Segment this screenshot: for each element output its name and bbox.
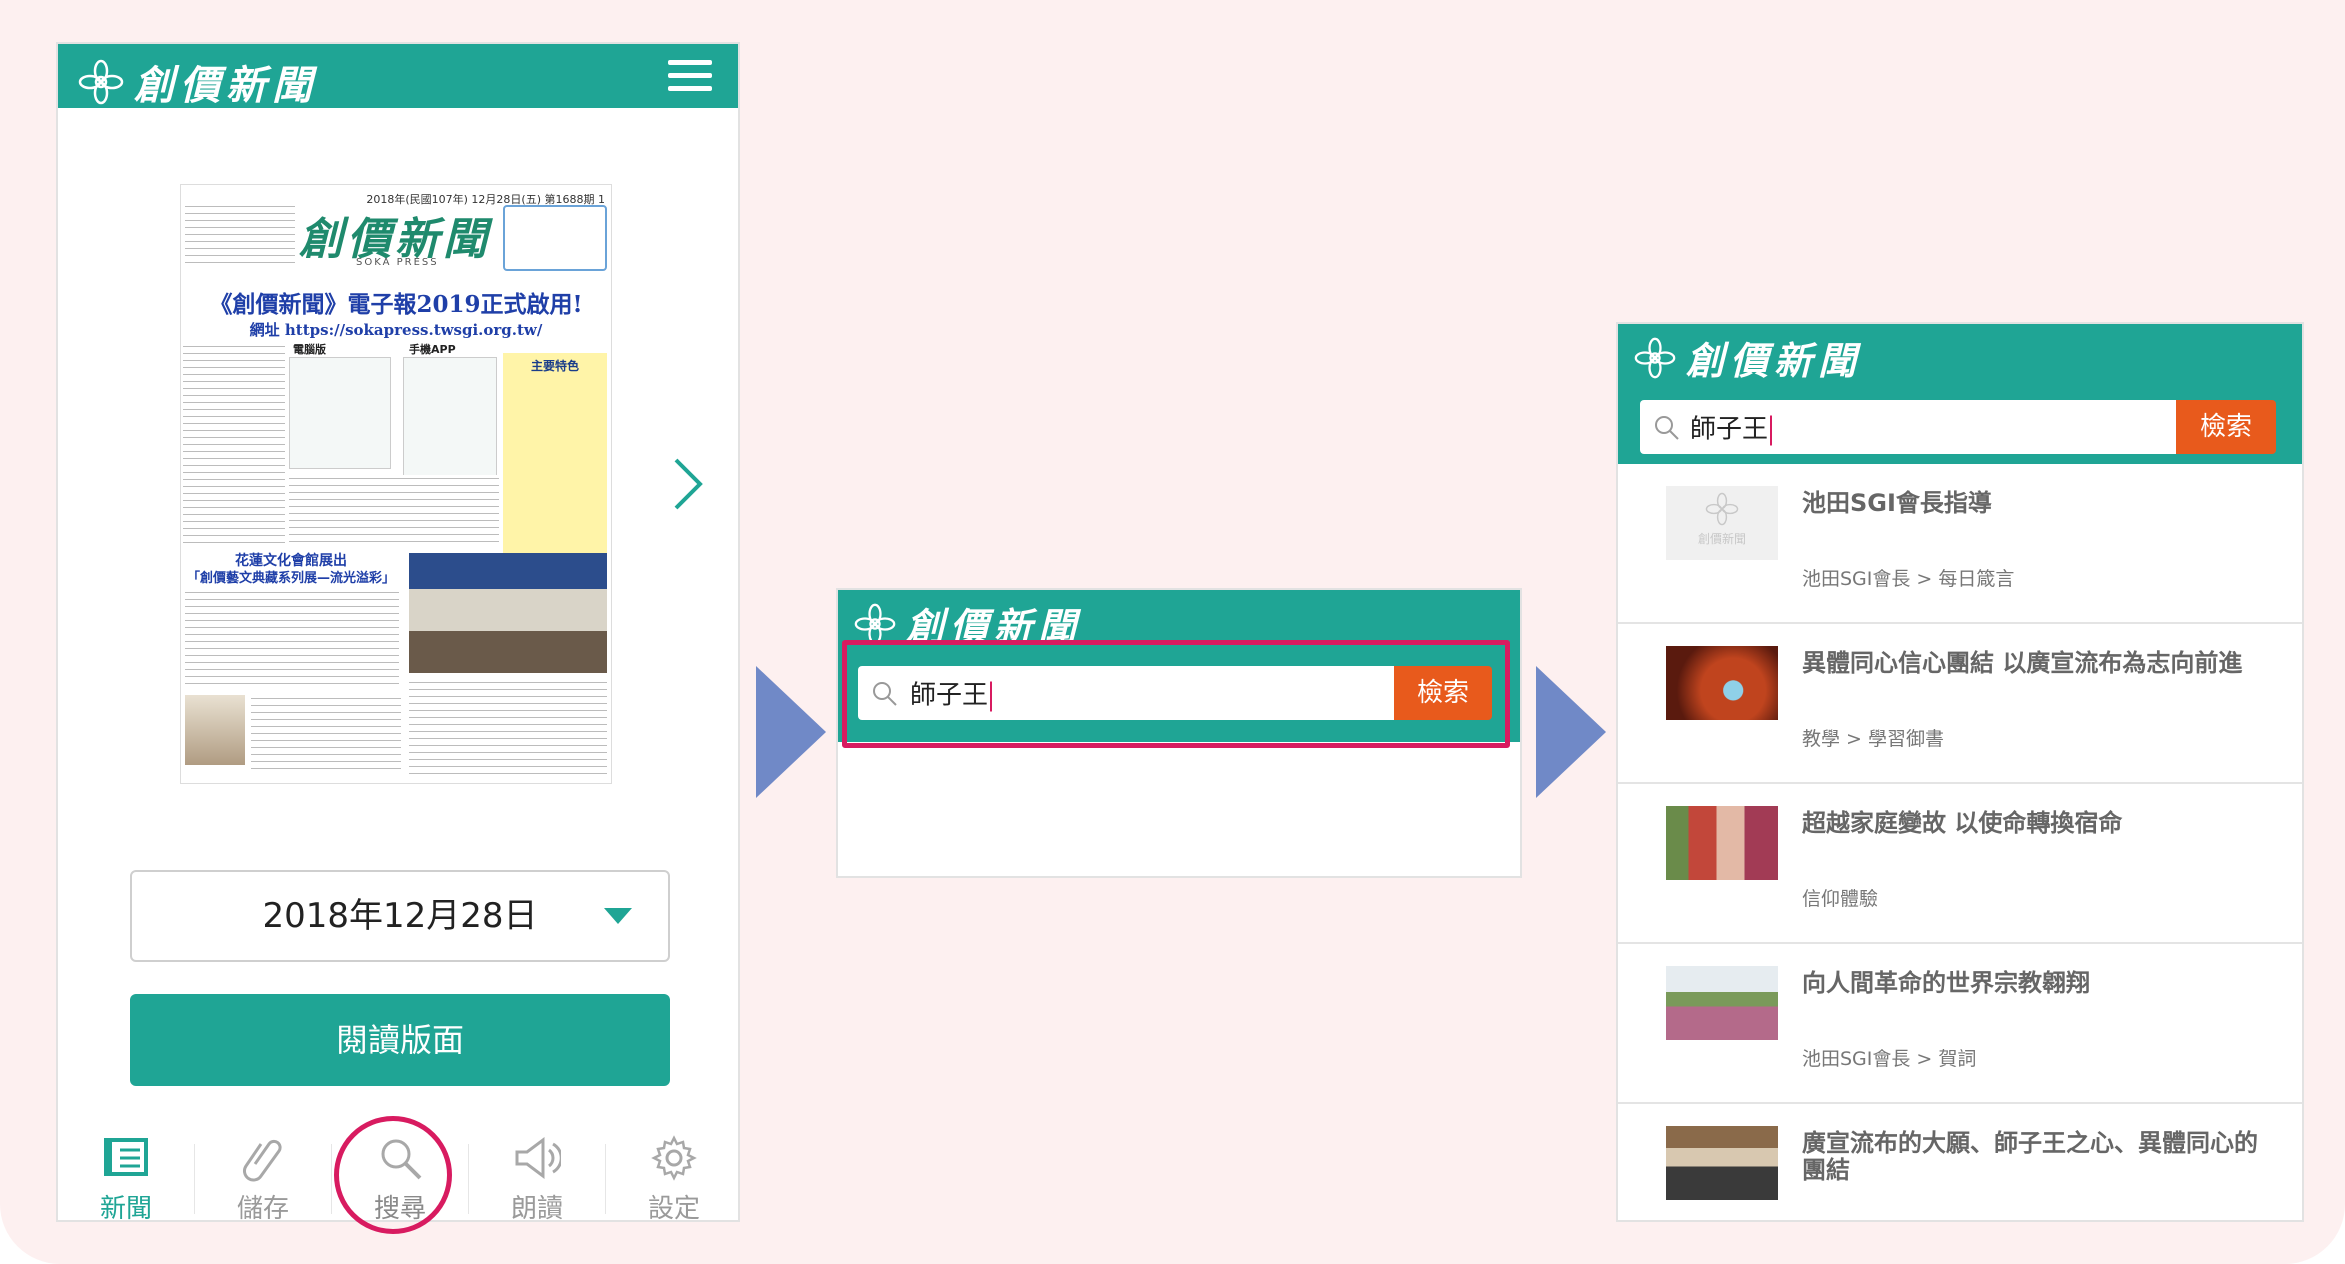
- flow-arrow-right-icon: [1536, 666, 1606, 798]
- tab-read-aloud-label: 朗讀: [510, 1194, 563, 1222]
- search-input[interactable]: 師子王: [1640, 400, 2176, 454]
- newspaper-subheading-2: 「創價藝文典藏系列展—流光溢彩」: [186, 571, 395, 586]
- hamburger-menu-icon[interactable]: [668, 60, 712, 92]
- result-title: 異體同心信心團結 以廣宣流布為志向前進: [1802, 649, 2243, 677]
- thumbnail-logo-text: 創價新聞: [1697, 532, 1746, 546]
- gear-icon: [651, 1135, 697, 1181]
- search-result-item[interactable]: 創價新聞 池田SGI會長指導 池田SGI會長 > 每日箴言: [1618, 464, 2302, 624]
- pc-screenshot-image: [289, 357, 391, 469]
- next-page-chevron-icon[interactable]: [668, 454, 708, 514]
- result-title: 廣宣流布的大願、師子王之心、異體同心的團結: [1802, 1129, 2258, 1184]
- news-icon: [104, 1138, 148, 1176]
- newspaper-gallery-photo: [185, 695, 245, 765]
- paperclip-icon: [243, 1139, 282, 1182]
- flow-arrow-right-icon: [756, 666, 826, 798]
- tab-read-aloud[interactable]: 朗讀: [469, 1124, 605, 1222]
- search-result-item[interactable]: 超越家庭變故 以使命轉換宿命 信仰體驗: [1618, 784, 2302, 944]
- result-thumbnail-image: [1666, 646, 1778, 720]
- tab-saved[interactable]: 儲存: [195, 1124, 331, 1222]
- newspaper-quote-box: [503, 205, 607, 271]
- app-header: 創價新聞: [58, 44, 738, 111]
- result-title: 向人間革命的世界宗教翱翔: [1802, 969, 2090, 997]
- flower-logo-icon: [854, 603, 896, 644]
- label-app-version: 手機APP: [409, 343, 456, 356]
- search-bar-highlight-frame: [842, 640, 1510, 748]
- app-title: 創價新聞: [134, 62, 318, 109]
- result-title: 池田SGI會長指導: [1802, 489, 1992, 517]
- read-layout-button[interactable]: 閱讀版面: [130, 994, 670, 1086]
- result-title: 超越家庭變故 以使命轉換宿命: [1802, 809, 2123, 837]
- tab-saved-label: 儲存: [236, 1194, 289, 1222]
- search-result-item[interactable]: 廣宣流布的大願、師子王之心、異體同心的團結: [1618, 1104, 2302, 1220]
- tab-settings-label: 設定: [647, 1194, 700, 1222]
- newspaper-column-text: [409, 679, 607, 779]
- search-result-item[interactable]: 向人間革命的世界宗教翱翔 池田SGI會長 > 賀詞: [1618, 944, 2302, 1104]
- result-category: 池田SGI會長 > 賀詞: [1802, 1048, 1977, 1070]
- speaker-icon: [515, 1137, 561, 1179]
- app-logo: 創價新聞: [78, 53, 318, 111]
- result-thumbnail-image: [1666, 1126, 1778, 1200]
- tab-news-label: 新聞: [99, 1194, 152, 1222]
- date-select-value: 2018年12月28日: [262, 896, 538, 936]
- phone-screen-search-results: 創價新聞 師子王 檢索 創價新聞 池田SGI會長指導 池田SGI會長 > 每日箴…: [1616, 322, 2304, 1222]
- result-thumbnail-image: [1666, 966, 1778, 1040]
- tab-news[interactable]: 新聞: [58, 1124, 194, 1222]
- newspaper-url: 網址 https://sokapress.twsgi.org.tw/: [249, 321, 543, 339]
- newspaper-column-text: [289, 475, 499, 545]
- flower-logo-icon: [1705, 492, 1739, 526]
- newspaper-column-text: [251, 695, 401, 775]
- app-logo: 創價新聞: [1634, 330, 1862, 385]
- result-category: 信仰體驗: [1802, 888, 1879, 910]
- newspaper-index-text: [185, 203, 295, 263]
- search-submit-button[interactable]: 檢索: [2176, 400, 2276, 454]
- app-title: 創價新聞: [1686, 338, 1863, 383]
- flower-logo-icon: [1634, 337, 1676, 378]
- search-header: 創價新聞 師子王 檢索: [1618, 324, 2302, 464]
- newspaper-press-label: SOKA PRESS: [356, 257, 439, 268]
- newspaper-column-text: [183, 343, 285, 543]
- newspaper-column-text: [185, 589, 399, 689]
- date-select-dropdown[interactable]: 2018年12月28日: [130, 870, 670, 962]
- chevron-down-icon: [604, 908, 632, 924]
- search-input-value: 師子王: [1690, 409, 1773, 446]
- label-pc-version: 電腦版: [293, 343, 326, 356]
- result-category: 池田SGI會長 > 每日箴言: [1802, 568, 2015, 590]
- newspaper-page-preview[interactable]: 2018年(民國107年) 12月28日(五) 第1688期 1 創價新聞 SO…: [180, 184, 612, 784]
- newspaper-event-photo: [409, 553, 607, 673]
- result-category: 教學 > 學習御書: [1802, 728, 1944, 750]
- result-thumbnail-image: [1666, 806, 1778, 880]
- newspaper-headline: 《創價新聞》電子報2019正式啟用!: [209, 291, 583, 318]
- search-tab-highlight-circle: [334, 1116, 452, 1234]
- result-thumbnail-placeholder: 創價新聞: [1666, 486, 1778, 560]
- flower-logo-icon: [78, 59, 124, 105]
- features-title: 主要特色: [530, 359, 579, 373]
- text-cursor: [1770, 415, 1773, 445]
- search-icon: [1655, 416, 1679, 440]
- search-result-item[interactable]: 異體同心信心團結 以廣宣流布為志向前進 教學 > 學習御書: [1618, 624, 2302, 784]
- tab-settings[interactable]: 設定: [606, 1124, 738, 1222]
- newspaper-features-box: 主要特色: [503, 353, 607, 583]
- phone-screen-news: 創價新聞 2018年(民國107年) 12月28日(五) 第1688期 1 創價…: [56, 42, 740, 1222]
- search-bar: 師子王 檢索: [1640, 400, 2276, 454]
